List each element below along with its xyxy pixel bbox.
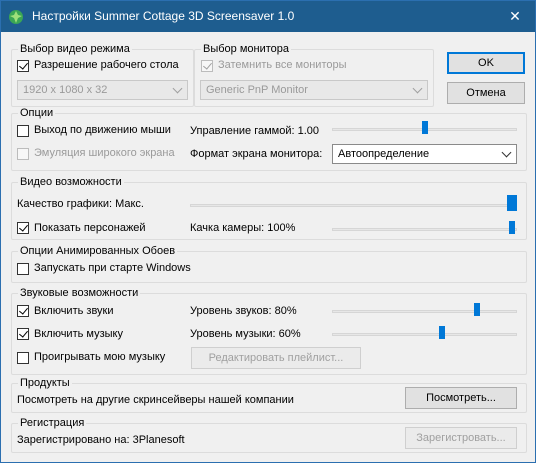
sound-legend: Звуковые возможности xyxy=(18,287,141,299)
register-button[interactable]: Зарегистровать... xyxy=(405,427,517,449)
own-music-label: Проигрывать мою музыку xyxy=(34,351,166,363)
music-level-slider-track xyxy=(332,333,517,336)
monitor-select[interactable]: Generic PnP Monitor xyxy=(200,80,428,100)
edit-playlist-button[interactable]: Редактировать плейлист... xyxy=(191,347,361,369)
monitor-legend: Выбор монитора xyxy=(201,43,292,55)
gamma-slider-thumb[interactable] xyxy=(421,121,428,134)
quality-slider-thumb[interactable] xyxy=(507,195,517,211)
music-level-slider-thumb[interactable] xyxy=(439,326,445,339)
exit-on-mouse-checkbox[interactable] xyxy=(17,125,29,137)
aspect-select[interactable]: Автоопределение xyxy=(332,144,517,164)
widescreen-label: Эмуляция широкого экрана xyxy=(34,147,175,159)
dim-monitors-label: Затемнить все мониторы xyxy=(218,59,347,71)
ok-button[interactable]: OK xyxy=(447,52,525,74)
chevron-down-icon xyxy=(501,147,512,158)
widescreen-checkbox[interactable] xyxy=(17,148,29,160)
enable-music-checkbox[interactable] xyxy=(17,328,29,340)
chevron-down-icon xyxy=(412,83,423,94)
sound-level-slider-thumb[interactable] xyxy=(474,303,480,316)
sound-level-label: Уровень звуков: 80% xyxy=(190,305,297,317)
quality-slider-track xyxy=(190,204,517,207)
camera-slider[interactable] xyxy=(332,219,517,239)
dim-monitors-checkbox[interactable] xyxy=(201,60,213,72)
camera-slider-thumb[interactable] xyxy=(509,221,515,234)
wallpaper-legend: Опции Анимированных Обоев xyxy=(18,245,178,257)
aspect-value: Автоопределение xyxy=(338,148,430,160)
exit-on-mouse-label: Выход по движению мыши xyxy=(34,124,171,136)
app-icon xyxy=(9,10,23,24)
show-characters-label: Показать персонажей xyxy=(34,222,146,234)
desktop-resolution-label: Разрешение рабочего стола xyxy=(34,59,179,71)
resolution-value: 1920 x 1080 x 32 xyxy=(23,84,108,96)
quality-label: Качество графики: Макс. xyxy=(17,198,144,210)
gamma-label: Управление гаммой: 1.00 xyxy=(190,125,320,137)
camera-slider-track xyxy=(332,228,517,231)
music-level-label: Уровень музыки: 60% xyxy=(190,328,301,340)
gamma-slider[interactable] xyxy=(332,119,517,139)
settings-dialog: Настройки Summer Cottage 3D Screensaver … xyxy=(0,0,536,463)
quality-slider[interactable] xyxy=(190,195,517,215)
dialog-body: Выбор видео режима Разрешение рабочего с… xyxy=(1,32,535,462)
chevron-down-icon xyxy=(172,83,183,94)
sound-level-slider-track xyxy=(332,310,517,313)
autostart-checkbox[interactable] xyxy=(17,263,29,275)
monitor-value: Generic PnP Monitor xyxy=(206,84,308,96)
video-features-legend: Видео возможности xyxy=(18,176,124,188)
desktop-resolution-checkbox[interactable] xyxy=(17,60,29,72)
show-characters-checkbox[interactable] xyxy=(17,222,29,234)
view-products-button[interactable]: Посмотреть... xyxy=(405,387,517,409)
video-mode-legend: Выбор видео режима xyxy=(18,43,132,55)
sound-level-slider[interactable] xyxy=(332,301,517,321)
close-icon[interactable]: ✕ xyxy=(495,1,535,32)
options-legend: Опции xyxy=(18,107,56,119)
enable-sounds-checkbox[interactable] xyxy=(17,305,29,317)
title-bar[interactable]: Настройки Summer Cottage 3D Screensaver … xyxy=(1,1,535,32)
cancel-button[interactable]: Отмена xyxy=(447,82,525,104)
enable-music-label: Включить музыку xyxy=(34,328,123,340)
camera-label: Качка камеры: 100% xyxy=(190,222,296,234)
music-level-slider[interactable] xyxy=(332,324,517,344)
own-music-checkbox[interactable] xyxy=(17,352,29,364)
resolution-select[interactable]: 1920 x 1080 x 32 xyxy=(17,80,188,100)
registration-legend: Регистрация xyxy=(18,417,87,429)
registration-text: Зарегистрировано на: 3Planesoft xyxy=(17,434,185,446)
enable-sounds-label: Включить звуки xyxy=(34,305,114,317)
aspect-label: Формат экрана монитора: xyxy=(190,148,323,160)
products-legend: Продукты xyxy=(18,377,72,389)
window-title: Настройки Summer Cottage 3D Screensaver … xyxy=(32,9,295,23)
autostart-label: Запускать при старте Windows xyxy=(34,262,191,274)
products-text: Посмотреть на другие скринсейверы нашей … xyxy=(17,394,294,406)
